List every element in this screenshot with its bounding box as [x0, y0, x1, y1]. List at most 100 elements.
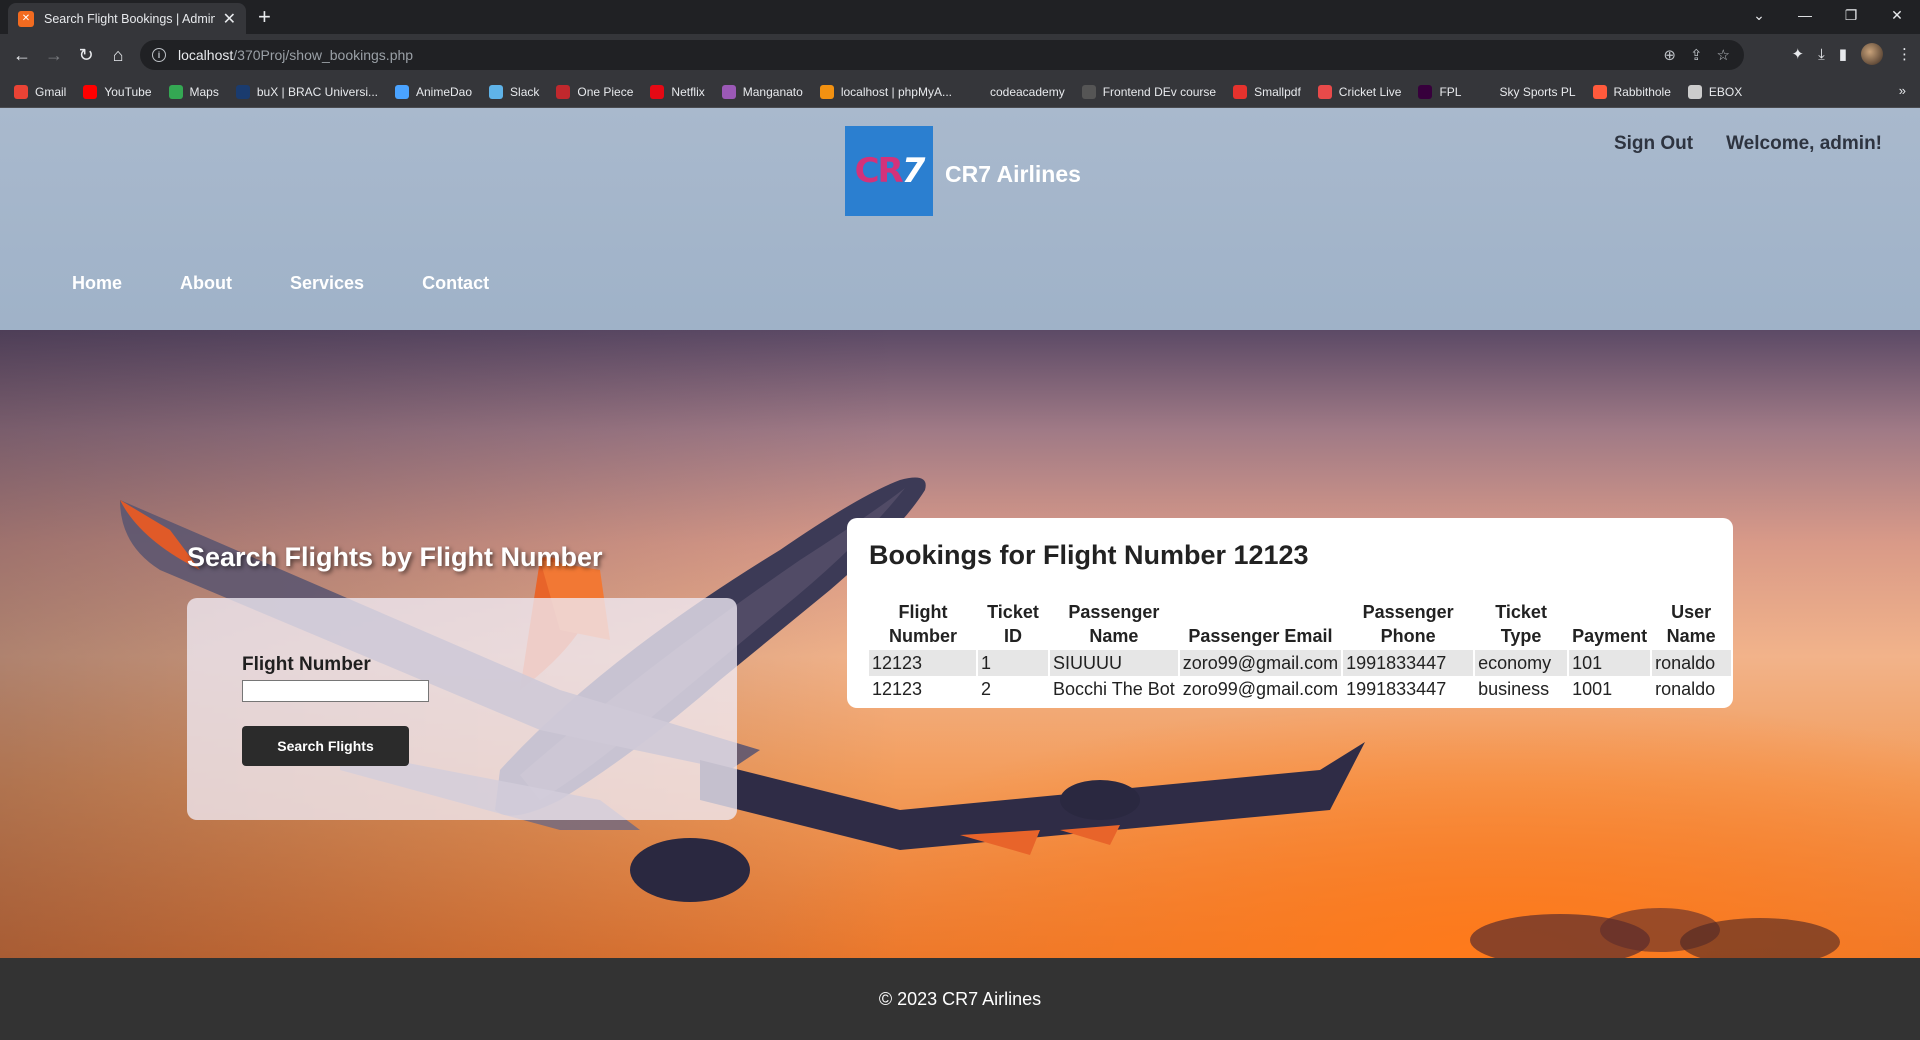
- bookmark-favicon-icon: [83, 84, 98, 99]
- bookmark-item[interactable]: buX | BRAC Universi...: [235, 84, 378, 99]
- profile-avatar[interactable]: [1861, 43, 1883, 65]
- bookmark-favicon-icon: [395, 84, 409, 99]
- bookmark-item[interactable]: Frontend DEv course: [1081, 84, 1217, 99]
- bookmark-label: Maps: [189, 84, 219, 99]
- tab-search-icon[interactable]: ⌄: [1736, 0, 1782, 30]
- bookmark-label: AnimeDao: [416, 84, 473, 99]
- reload-icon[interactable]: ↻: [74, 43, 98, 67]
- bookmark-label: Netflix: [671, 84, 705, 99]
- bookmark-item[interactable]: Maps: [168, 84, 219, 99]
- column-header: Passenger Phone: [1362, 602, 1454, 646]
- browser-tabstrip: ✕ Search Flight Bookings | Admin ✕ + ⌄ —…: [0, 0, 1920, 34]
- search-flights-button[interactable]: Search Flights: [242, 726, 409, 766]
- cell-ticket-type: business: [1473, 676, 1569, 702]
- copyright-text: © 2023 CR7 Airlines: [878, 988, 1042, 1009]
- cell-passenger-email: zoro99@gmail.com: [1177, 676, 1343, 702]
- bookmark-item[interactable]: Sky Sports PL: [1478, 84, 1576, 99]
- home-icon[interactable]: ⌂: [106, 43, 130, 67]
- address-bar[interactable]: i localhost/370Proj/show_bookings.php ⊕ …: [140, 40, 1744, 70]
- main-nav: Home About Services Contact: [72, 273, 489, 294]
- bookmark-item[interactable]: localhost | phpMyA...: [819, 84, 952, 99]
- column-header: Passenger Name: [1068, 602, 1160, 646]
- bookmark-label: codeacademy: [989, 84, 1065, 99]
- bookmarks-bar: Gmail YouTube Maps buX | BRAC Universi... An…: [0, 76, 1920, 108]
- bookmark-favicon-icon: [1317, 84, 1332, 99]
- cell-passenger-name: SIUUUU: [1048, 650, 1179, 676]
- bookings-results-card: Bookings for Flight Number 12123 Flight …: [847, 518, 1733, 708]
- nav-services[interactable]: Services: [290, 273, 364, 294]
- bookmark-item[interactable]: EBOX: [1687, 84, 1742, 99]
- cell-ticket-id: 2: [976, 676, 1049, 702]
- header-links: Sign Out Welcome, admin!: [1614, 133, 1882, 155]
- column-header: Payment: [1572, 626, 1648, 646]
- nav-about[interactable]: About: [180, 273, 232, 294]
- bookmark-item[interactable]: Cricket Live: [1317, 84, 1401, 99]
- web-page: CR7 CR7 Airlines Sign Out Welcome, admin…: [0, 108, 1920, 1040]
- bookmark-label: buX | BRAC Universi...: [256, 84, 378, 99]
- bookmark-item[interactable]: AnimeDao: [395, 84, 473, 99]
- bookmark-item[interactable]: YouTube: [83, 84, 152, 99]
- brand-logo[interactable]: CR7: [845, 126, 933, 216]
- restore-button[interactable]: ❐: [1828, 0, 1874, 30]
- nav-home[interactable]: Home: [72, 273, 122, 294]
- bookings-title: Bookings for Flight Number 12123: [869, 540, 1309, 570]
- cell-flight-number: 12123: [872, 679, 923, 699]
- column-header: Ticket Type: [1495, 602, 1547, 646]
- brand-name: CR7 Airlines: [945, 161, 1081, 187]
- back-icon[interactable]: ←: [10, 43, 34, 67]
- menu-kebab-icon[interactable]: ⋮: [1897, 45, 1912, 63]
- window-controls: ⌄ — ❐ ✕: [1736, 0, 1920, 30]
- bookmark-item[interactable]: Manganato: [721, 84, 803, 99]
- bookmark-favicon-icon: [1081, 84, 1096, 99]
- bookmark-item[interactable]: FPL: [1418, 84, 1461, 99]
- nav-contact[interactable]: Contact: [422, 273, 489, 294]
- cell-user-name: ronaldo: [1650, 676, 1732, 702]
- flight-number-label: Flight Number: [242, 654, 371, 675]
- info-icon[interactable]: i: [152, 48, 166, 62]
- close-icon[interactable]: ✕: [223, 9, 236, 29]
- bookmark-label: Frontend DEv course: [1102, 84, 1217, 99]
- new-tab-button[interactable]: +: [258, 4, 271, 30]
- table-row: 12123 1 SIUUUU zoro99@gmail.com 19918334…: [869, 650, 1732, 676]
- side-panel-icon[interactable]: ▮: [1839, 45, 1847, 63]
- bookmark-label: Manganato: [742, 84, 803, 99]
- forward-icon[interactable]: →: [42, 43, 66, 67]
- cell-passenger-name: Bocchi The Bot: [1048, 676, 1179, 702]
- cell-passenger-phone: 1991833447: [1341, 676, 1475, 702]
- bookmark-item[interactable]: Netflix: [650, 84, 705, 99]
- extension-icons: ✦ ⤓ ▮ ⋮: [1792, 43, 1912, 65]
- bookmark-item[interactable]: Gmail: [14, 84, 67, 99]
- star-icon[interactable]: ☆: [1717, 46, 1730, 64]
- minimize-button[interactable]: —: [1782, 0, 1828, 30]
- bookmark-favicon-icon: [489, 84, 504, 99]
- flight-number-input[interactable]: [242, 680, 429, 702]
- bookmark-item[interactable]: Smallpdf: [1233, 84, 1301, 99]
- zoom-icon[interactable]: ⊕: [1663, 46, 1676, 64]
- bookmark-favicon-icon: [1687, 84, 1702, 99]
- welcome-text: Welcome, admin!: [1726, 133, 1882, 154]
- browser-tab[interactable]: ✕ Search Flight Bookings | Admin ✕: [8, 3, 246, 34]
- bookmark-label: Smallpdf: [1254, 84, 1301, 99]
- omnibox-actions: ⊕ ⇪ ☆: [1663, 46, 1730, 64]
- bookmark-favicon-icon: [650, 84, 665, 99]
- download-icon[interactable]: ⤓: [1818, 46, 1825, 63]
- sign-out-link[interactable]: Sign Out: [1614, 133, 1693, 155]
- bookmark-item[interactable]: Slack: [489, 84, 539, 99]
- bookmark-favicon-icon: [1233, 84, 1248, 99]
- cell-flight-number: 12123: [869, 650, 977, 676]
- extensions-puzzle-icon[interactable]: ✦: [1792, 45, 1805, 63]
- browser-toolbar: ← → ↻ ⌂ i localhost/370Proj/show_booking…: [0, 34, 1920, 76]
- close-window-button[interactable]: ✕: [1874, 0, 1920, 30]
- site-footer: © 2023 CR7 Airlines: [0, 958, 1920, 1040]
- bookmark-item[interactable]: One Piece: [556, 84, 633, 99]
- column-header: Passenger Email: [1188, 626, 1333, 646]
- bookmark-item[interactable]: codeacademy: [968, 84, 1065, 99]
- bookmark-favicon-icon: [968, 84, 983, 99]
- bookmark-favicon-icon: [1478, 84, 1493, 99]
- bookmarks-overflow-icon[interactable]: »: [1899, 83, 1906, 98]
- cell-payment: 101: [1567, 650, 1652, 676]
- share-icon[interactable]: ⇪: [1690, 46, 1703, 64]
- bookmark-item[interactable]: Rabbithole: [1592, 84, 1671, 99]
- bookmark-label: Gmail: [35, 84, 67, 99]
- cell-ticket-id: 1: [976, 650, 1049, 676]
